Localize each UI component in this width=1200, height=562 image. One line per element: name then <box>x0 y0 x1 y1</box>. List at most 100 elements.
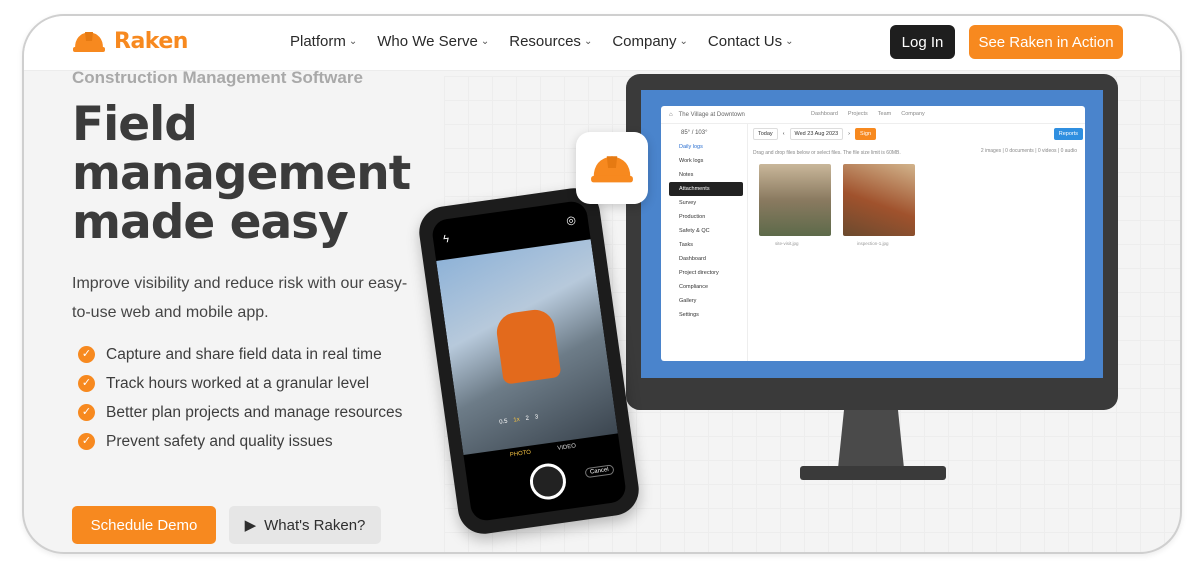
headline-line-2: management <box>72 146 411 201</box>
browser-frame: Raken Platform ⌄ Who We Serve ⌄ Resources ⌄… <box>22 14 1182 554</box>
sidebar-item-attachments[interactable]: Attachments <box>669 182 743 196</box>
whats-raken-button[interactable]: ▶ What's Raken? <box>229 506 381 544</box>
feature-list: ✓ Capture and share field data in real ti… <box>78 344 418 460</box>
chevron-down-icon: ⌄ <box>583 36 593 47</box>
schedule-demo-button[interactable]: Schedule Demo <box>72 506 216 544</box>
zoom-option[interactable]: 3 <box>535 414 539 420</box>
app-link-company[interactable]: Company <box>901 111 925 117</box>
headline-line-1: Field <box>72 97 198 152</box>
menu-label: Who We Serve <box>377 33 478 50</box>
next-icon[interactable]: › <box>848 131 850 137</box>
menu-label: Company <box>612 33 677 50</box>
sidebar-item-settings[interactable]: Settings <box>661 308 747 322</box>
file-counts: 2 images | 0 documents | 0 videos | 0 au… <box>980 148 1077 154</box>
app-toolbar: Today ‹ Wed 23 Aug 2023 › Sign Reports <box>753 128 1083 140</box>
menu-platform[interactable]: Platform ⌄ <box>290 33 357 50</box>
sidebar-item-notes[interactable]: Notes <box>661 168 747 182</box>
desktop-monitor: ⌂ The Village at Downtown Dashboard Proj… <box>626 74 1118 410</box>
play-icon: ▶ <box>244 517 257 534</box>
sidebar-item-directory[interactable]: Project directory <box>661 266 747 280</box>
shutter-button[interactable] <box>527 461 569 502</box>
headline-line-3: made easy <box>72 195 349 250</box>
date-field[interactable]: Wed 23 Aug 2023 <box>789 128 844 140</box>
menu-contact-us[interactable]: Contact Us ⌄ <box>708 33 794 50</box>
feature-item: ✓ Prevent safety and quality issues <box>78 431 418 452</box>
app-link-team[interactable]: Team <box>878 111 891 117</box>
app-sidebar: 85° / 103° Daily logs Work logs Notes At… <box>661 124 748 361</box>
sidebar-item-dashboard[interactable]: Dashboard <box>661 252 747 266</box>
sidebar-item-daily-logs[interactable]: Daily logs <box>661 140 747 154</box>
camera-viewfinder <box>436 239 618 456</box>
feature-text: Better plan projects and manage resource… <box>106 404 403 421</box>
monitor-screen: ⌂ The Village at Downtown Dashboard Proj… <box>641 90 1103 378</box>
zoom-option[interactable]: 0.5 <box>499 419 508 426</box>
sidebar-item-work-logs[interactable]: Work logs <box>661 154 747 168</box>
see-raken-button[interactable]: See Raken in Action <box>969 25 1123 59</box>
chevron-down-icon: ⌄ <box>679 36 688 47</box>
worker-figure <box>494 307 562 385</box>
feature-item: ✓ Better plan projects and manage resourc… <box>78 402 418 423</box>
attachment-thumb[interactable] <box>843 164 915 236</box>
phone-screen: ϟ ◎ 0.5 1x 2 3 PHOTO VIDEO Cancel <box>430 199 628 523</box>
feature-text: Prevent safety and quality issues <box>106 433 333 450</box>
page-title: Field management made easy <box>72 100 432 247</box>
chevron-down-icon: ⌄ <box>480 36 490 47</box>
sidebar-item-safety[interactable]: Safety & QC <box>661 224 747 238</box>
sign-button[interactable]: Sign <box>855 128 877 140</box>
menu-label: Resources <box>509 33 581 50</box>
sidebar-item-survey[interactable]: Survey <box>661 196 747 210</box>
brand-name: Raken <box>114 28 188 54</box>
sidebar-item-production[interactable]: Production <box>661 210 747 224</box>
login-button[interactable]: Log In <box>890 25 955 59</box>
cancel-button[interactable]: Cancel <box>584 464 615 479</box>
prev-icon[interactable]: ‹ <box>783 131 785 137</box>
weather-readout: 85° / 103° <box>681 130 708 136</box>
project-selector[interactable]: The Village at Downtown <box>679 112 745 118</box>
sidebar-item-compliance[interactable]: Compliance <box>661 280 747 294</box>
video-mode[interactable]: VIDEO <box>557 443 576 452</box>
flash-icon[interactable]: ϟ <box>442 233 449 246</box>
live-photo-icon[interactable]: ◎ <box>565 213 576 227</box>
home-icon: ⌂ <box>669 111 673 118</box>
sidebar-item-gallery[interactable]: Gallery <box>661 294 747 308</box>
feature-item: ✓ Capture and share field data in real ti… <box>78 344 418 365</box>
menu-label: Contact Us <box>707 33 783 50</box>
zoom-option[interactable]: 2 <box>525 416 529 422</box>
photo-mode[interactable]: PHOTO <box>510 450 532 459</box>
zoom-option[interactable]: 1x <box>513 417 520 424</box>
menu-who-we-serve[interactable]: Who We Serve ⌄ <box>377 33 489 50</box>
check-icon: ✓ <box>78 404 95 421</box>
menu-company[interactable]: Company ⌄ <box>612 33 688 50</box>
chevron-down-icon: ⌄ <box>785 36 794 47</box>
web-app-window: ⌂ The Village at Downtown Dashboard Proj… <box>661 106 1085 361</box>
top-nav: Raken Platform ⌄ Who We Serve ⌄ Resources ⌄… <box>24 16 1180 71</box>
menu-resources[interactable]: Resources ⌄ <box>509 33 592 50</box>
feature-text: Capture and share field data in real tim… <box>106 346 382 363</box>
eyebrow-text: Construction Management Software <box>72 68 363 87</box>
reports-button[interactable]: Reports <box>1053 128 1083 140</box>
check-icon: ✓ <box>78 346 95 363</box>
attachment-name: inspection-1.jpg <box>857 241 889 246</box>
today-button[interactable]: Today <box>753 128 778 140</box>
attachment-name: site-visit.jpg <box>775 241 799 246</box>
menu-label: Platform <box>290 33 346 50</box>
app-link-dashboard[interactable]: Dashboard <box>811 111 838 117</box>
app-link-projects[interactable]: Projects <box>848 111 868 117</box>
raken-app-icon <box>576 132 648 204</box>
app-main: Today ‹ Wed 23 Aug 2023 › Sign Reports D… <box>753 128 1083 358</box>
hardhat-icon <box>73 32 105 52</box>
lead-paragraph: Improve visibility and reduce risk with … <box>72 275 408 321</box>
check-icon: ✓ <box>78 375 95 392</box>
brand-logo[interactable]: Raken <box>72 28 188 54</box>
feature-text: Track hours worked at a granular level <box>106 375 370 392</box>
chevron-down-icon: ⌄ <box>348 36 358 47</box>
app-nav-links: Dashboard Projects Team Company <box>811 111 925 117</box>
hardhat-icon <box>591 156 633 183</box>
whats-raken-label: What's Raken? <box>264 516 366 534</box>
sidebar-item-tasks[interactable]: Tasks <box>661 238 747 252</box>
feature-item: ✓ Track hours worked at a granular level <box>78 373 418 394</box>
monitor-base <box>800 466 946 480</box>
main-menu: Platform ⌄ Who We Serve ⌄ Resources ⌄ Compa… <box>290 33 794 50</box>
check-icon: ✓ <box>78 433 95 450</box>
attachment-thumb[interactable] <box>759 164 831 236</box>
